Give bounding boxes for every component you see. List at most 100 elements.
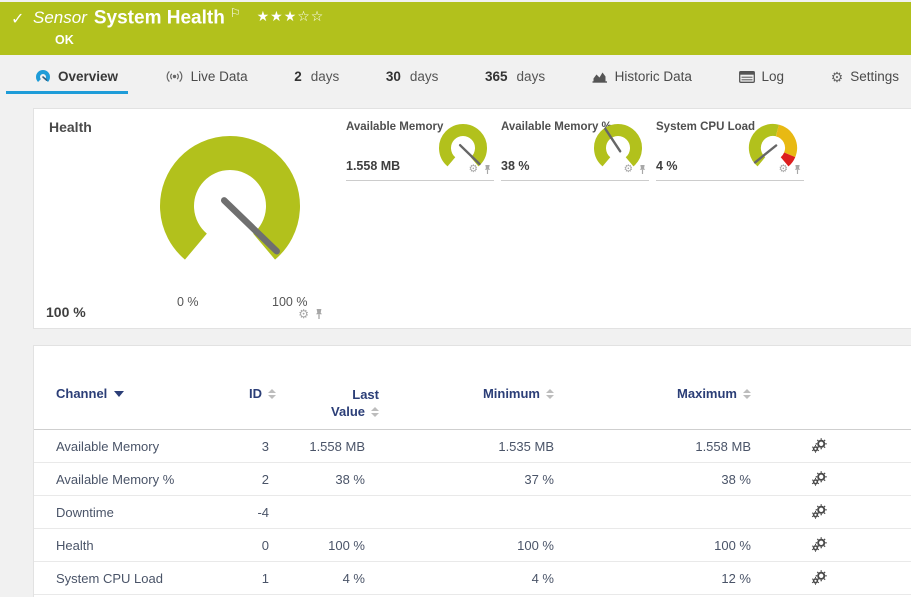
cell-last-value: 1.558 MB [279,439,379,454]
cell-maximum: 12 % [562,571,759,586]
cell-id: 3 [234,439,279,454]
gauge-system-cpu-load[interactable]: System CPU Load 4 % ⚙ [656,114,804,181]
sensor-header: ✓ SensorSystem Health⚐★★★☆☆ OK [0,2,911,55]
sensor-title-line: SensorSystem Health⚐★★★☆☆ [33,6,324,29]
pin-icon[interactable] [483,164,492,175]
cell-minimum: 37 % [379,472,562,487]
tab-label: days [517,69,546,84]
gauge-value: 38 % [501,159,530,173]
sort-icon [268,389,276,399]
stars-filled[interactable]: ★★★ [257,8,298,24]
gauge-axis-min: 0 % [177,295,199,309]
table-row[interactable]: Available Memory % 2 38 % 37 % 38 % [34,463,911,496]
tab-log[interactable]: Log [737,64,787,94]
cell-channel[interactable]: System CPU Load [56,571,234,586]
cell-id: 1 [234,571,279,586]
chart-icon [592,70,608,83]
tab-label: days [311,69,340,84]
cell-minimum: 4 % [379,571,562,586]
tab-overview[interactable]: Overview [33,64,120,94]
channel-settings-icon[interactable] [811,537,828,553]
tab-historic-data[interactable]: Historic Data [590,64,694,94]
tab-label: days [410,69,439,84]
gauge-settings-gear-icon[interactable]: ⚙ [469,164,478,175]
table-row[interactable]: Available Memory 3 1.558 MB 1.535 MB 1.5… [34,430,911,463]
column-header-label: Value [331,403,365,420]
column-header-maximum[interactable]: Maximum [562,386,759,401]
gauge-settings-gear-icon[interactable]: ⚙ [298,308,309,320]
tab-settings[interactable]: ⚙ Settings [829,64,901,94]
gauge-value: 1.558 MB [346,159,400,173]
tab-label: Live Data [191,69,248,84]
cell-id: 0 [234,538,279,553]
tab-30-days[interactable]: 30 days [384,64,441,94]
sort-icon [546,389,554,399]
health-gauge-block[interactable]: Health 0 % 100 % 100 % ⚙ [34,109,346,328]
tab-label: Settings [850,69,899,84]
priority-flag-icon[interactable]: ⚐ [230,6,241,20]
gauge-available-memory-pct[interactable]: Available Memory % 38 % ⚙ [501,114,649,181]
column-header-label: Minimum [483,386,540,401]
health-gauge[interactable] [154,133,306,283]
column-header-label: Channel [56,386,107,401]
tab-live-data[interactable]: Live Data [163,64,250,94]
tab-label: Historic Data [615,69,692,84]
tab-number: 365 [485,69,508,84]
broadcast-icon [165,70,184,83]
gear-icon: ⚙ [831,70,844,84]
gauge-settings-gear-icon[interactable]: ⚙ [779,164,788,175]
gauge-value: 100 % [46,304,86,320]
cell-minimum: 100 % [379,538,562,553]
column-header-channel[interactable]: Channel [56,386,234,401]
sort-icon [371,407,379,417]
channel-settings-icon[interactable] [811,438,828,454]
gauge-settings-gear-icon[interactable]: ⚙ [624,164,633,175]
table-row[interactable]: Downtime -4 [34,496,911,529]
stars-empty[interactable]: ☆☆ [297,8,324,24]
column-header-label: Maximum [677,386,737,401]
small-gauges-row: Available Memory 1.558 MB ⚙ Available Me… [346,114,804,181]
gauge-available-memory[interactable]: Available Memory 1.558 MB ⚙ [346,114,494,181]
cell-maximum: 1.558 MB [562,439,759,454]
cell-minimum: 1.535 MB [379,439,562,454]
column-header-label: Last [352,386,379,403]
column-header-minimum[interactable]: Minimum [379,386,562,401]
channel-settings-icon[interactable] [811,471,828,487]
cell-id: 2 [234,472,279,487]
tab-label: Overview [58,69,118,84]
column-header-last-value[interactable]: Last Value [279,386,379,420]
cell-channel[interactable]: Available Memory % [56,472,234,487]
tab-number: 30 [386,69,401,84]
tab-label: Log [762,69,785,84]
tab-365-days[interactable]: 365 days [483,64,547,94]
check-icon: ✓ [11,9,24,29]
cell-last-value: 4 % [279,571,379,586]
gauge-icon [35,70,51,84]
cell-channel[interactable]: Available Memory [56,439,234,454]
table-header-row: Channel ID Last Value Minimum Maximum [34,346,911,430]
column-header-label: ID [249,386,262,401]
column-header-id[interactable]: ID [234,386,279,401]
gauges-panel: Health 0 % 100 % 100 % ⚙ Available Memor… [33,108,911,329]
gauge-title: Health [49,119,92,135]
cell-id: -4 [234,505,279,520]
gauge-value: 4 % [656,159,678,173]
channel-table-panel: Channel ID Last Value Minimum Maximum Av… [33,345,911,597]
sort-active-icon [114,391,124,397]
table-row[interactable]: Health 0 100 % 100 % 100 % [34,529,911,562]
cell-last-value: 100 % [279,538,379,553]
cell-channel[interactable]: Health [56,538,234,553]
priority-stars[interactable]: ★★★☆☆ [257,8,325,24]
cell-last-value: 38 % [279,472,379,487]
cell-channel[interactable]: Downtime [56,505,234,520]
table-row[interactable]: System CPU Load 1 4 % 4 % 12 % [34,562,911,595]
channel-settings-icon[interactable] [811,504,828,520]
pin-icon[interactable] [793,164,802,175]
pin-icon[interactable] [638,164,647,175]
channel-settings-icon[interactable] [811,570,828,586]
tab-2-days[interactable]: 2 days [292,64,341,94]
pin-icon[interactable] [314,308,324,320]
object-kind-label: Sensor [33,8,87,27]
tab-bar: Overview Live Data 2 days 30 days 365 da… [33,64,901,98]
status-badge: OK [55,33,74,47]
